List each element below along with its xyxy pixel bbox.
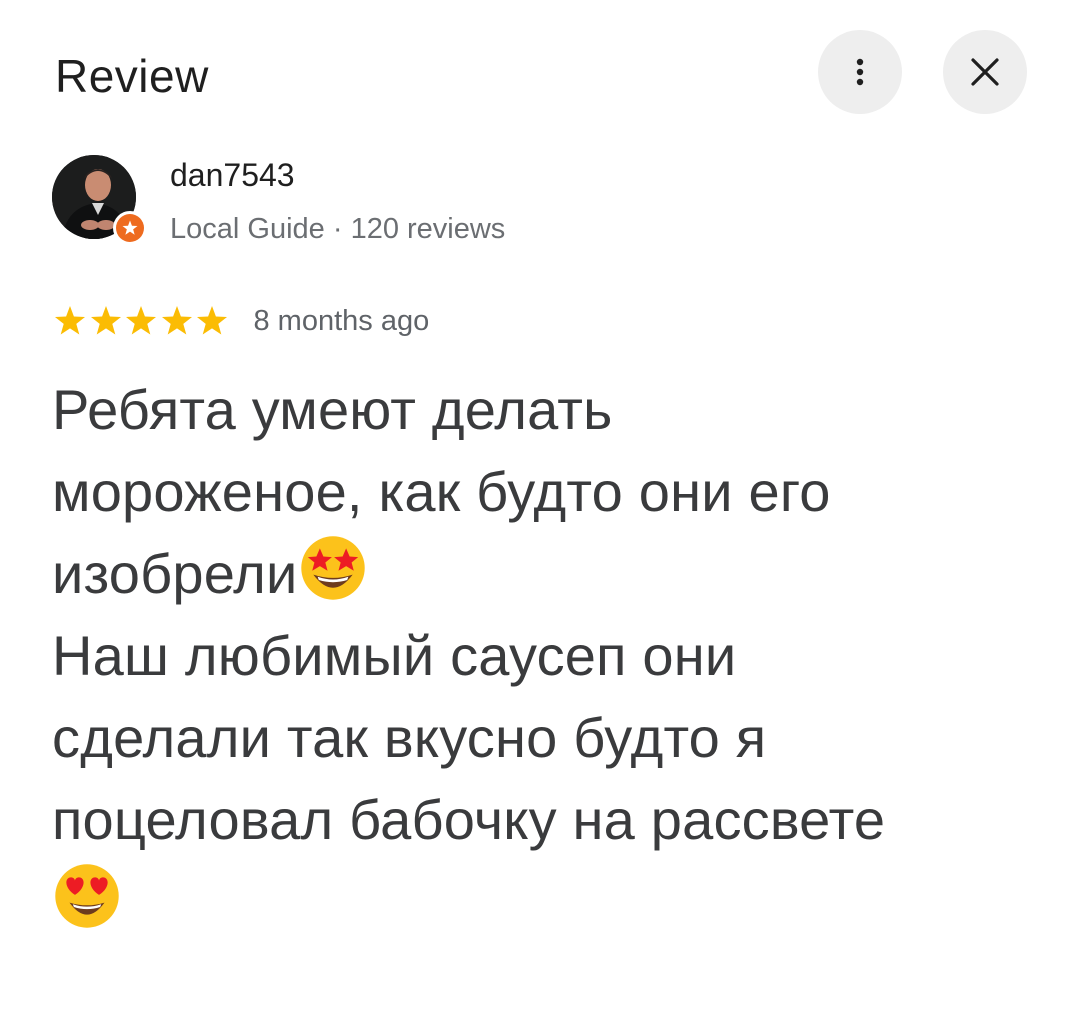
- review-line: сделали так вкусно будто я: [52, 706, 767, 769]
- close-button[interactable]: [943, 30, 1027, 114]
- star-icon: [122, 220, 138, 235]
- review-count: 120 reviews: [350, 213, 506, 245]
- star-icon: [161, 306, 192, 335]
- star-icon: [197, 306, 227, 335]
- review-line: изобрели: [52, 533, 1042, 615]
- star-rating: [52, 303, 230, 339]
- separator: ·: [324, 213, 351, 245]
- star-icon: [90, 306, 121, 335]
- rating-row: 8 months ago: [52, 301, 429, 341]
- review-line: Наш любимый саусеп они: [52, 624, 737, 687]
- star-icon: [126, 306, 156, 335]
- review-date: 8 months ago: [253, 305, 430, 337]
- star-struck-emoji: [300, 536, 365, 600]
- review-line: Ребята умеют делать: [52, 378, 613, 441]
- review-line: поцеловал бабочку на рассвете: [52, 788, 886, 851]
- review-line-text: изобрели: [52, 542, 298, 605]
- review-line: [52, 861, 1042, 943]
- reviewer-info: Local Guide · 120 reviews: [170, 210, 505, 248]
- local-guide-badge: [113, 211, 147, 245]
- review-line: мороженое, как будто они его: [52, 460, 831, 523]
- star-icon: [55, 306, 85, 335]
- page-title: Review: [55, 50, 209, 102]
- local-guide-label: Local Guide: [170, 213, 325, 245]
- close-icon: [971, 58, 999, 86]
- review-body: Ребята умеют делать мороженое, как будто…: [52, 369, 1042, 943]
- heart-eyes-emoji: [55, 864, 119, 928]
- reviewer-name[interactable]: dan7543: [170, 155, 295, 195]
- more-vert-icon: [856, 58, 864, 86]
- more-options-button[interactable]: [818, 30, 902, 114]
